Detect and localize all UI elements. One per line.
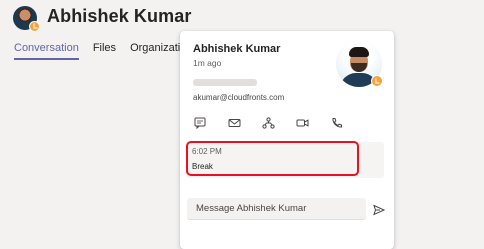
card-actions: [193, 117, 343, 129]
video-call-icon[interactable]: [295, 117, 309, 129]
tab-conversation[interactable]: Conversation: [14, 42, 79, 60]
org-chart-icon[interactable]: [261, 117, 275, 129]
tab-files[interactable]: Files: [93, 42, 116, 60]
header-avatar[interactable]: [13, 6, 40, 32]
profile-tabs: Conversation Files Organization: [14, 42, 192, 60]
profile-card: Abhishek Kumar 1m ago akumar@cloudfronts…: [180, 31, 394, 249]
phone-icon[interactable]: [329, 117, 343, 129]
card-local-time: 1m ago: [193, 58, 222, 68]
mail-icon[interactable]: [227, 117, 241, 129]
card-user-name[interactable]: Abhishek Kumar: [193, 43, 280, 55]
red-highlight-box: [186, 141, 359, 176]
card-avatar[interactable]: [336, 41, 383, 87]
teams-profile-view: Abhishek Kumar Conversation Files Organi…: [0, 0, 484, 249]
send-icon[interactable]: [373, 203, 386, 216]
redacted-field: [193, 79, 257, 86]
away-status-icon: [29, 21, 40, 32]
message-input[interactable]: Message Abhishek Kumar: [187, 198, 366, 220]
away-status-icon: [371, 75, 383, 87]
header-user-name: Abhishek Kumar: [47, 6, 192, 26]
chat-icon[interactable]: [193, 117, 207, 129]
card-email[interactable]: akumar@cloudfronts.com: [193, 93, 284, 102]
